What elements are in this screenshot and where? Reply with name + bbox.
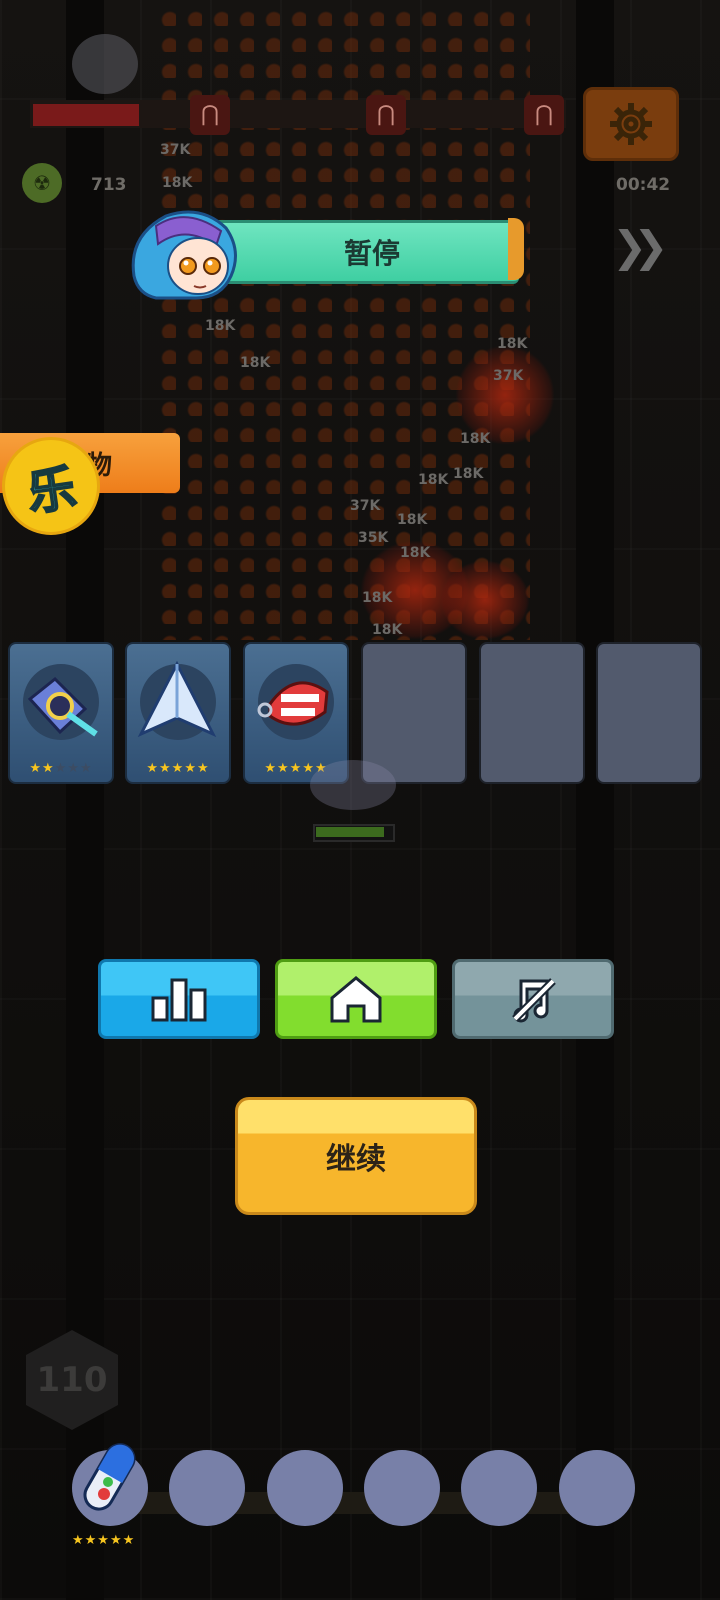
slot-stars: ★★★★★	[72, 1533, 136, 1548]
home-icon	[330, 976, 382, 1023]
continue-button[interactable]: 继续	[235, 1097, 477, 1215]
energy-cannon-icon	[27, 676, 98, 737]
damage-number: 18K	[240, 355, 271, 371]
skull-icon: ☢	[22, 163, 62, 203]
level-number: 110	[36, 1360, 108, 1400]
damage-number: 18K	[460, 431, 491, 447]
passive-slot-empty	[364, 1450, 440, 1526]
boss-avatar	[72, 34, 138, 94]
passive-slot-empty	[461, 1450, 537, 1526]
magnet-icon: ⋂	[190, 95, 230, 135]
hero-avatar	[131, 210, 237, 300]
capsule-pill-icon	[83, 1443, 136, 1511]
damage-number: 18K	[205, 318, 236, 334]
stats-button[interactable]	[98, 959, 260, 1039]
gear-icon	[610, 103, 652, 145]
pause-title: 暂停	[343, 237, 400, 270]
card-stars: ★★★★★	[29, 761, 93, 776]
bar-chart-icon	[151, 978, 207, 1022]
player-health-fill	[316, 827, 384, 837]
magnet-icon: ⋂	[524, 95, 564, 135]
kill-count: 713	[91, 175, 127, 195]
damage-number: 18K	[400, 545, 431, 561]
chattering-teeth-icon	[257, 681, 329, 726]
side-badge-glyph: 乐	[23, 459, 80, 523]
damage-number: 35K	[358, 530, 389, 546]
passive-slot-empty	[169, 1450, 245, 1526]
skill-card-empty	[479, 642, 585, 784]
damage-number: 18K	[362, 590, 393, 606]
settings-button[interactable]	[583, 87, 679, 161]
pause-banner: 暂停	[212, 220, 519, 284]
side-badge: 乐	[2, 437, 100, 535]
damage-number: 18K	[162, 175, 193, 191]
damage-number: 18K	[497, 336, 528, 352]
passive-slot-capsule[interactable]	[72, 1443, 148, 1526]
game-timer: 00:42	[616, 175, 671, 195]
damage-number: 37K	[350, 498, 381, 514]
skill-card-energy-cannon[interactable]: ★★★★★	[8, 642, 114, 784]
jet-fighter-icon	[137, 660, 217, 738]
skill-card-empty	[596, 642, 702, 784]
fast-forward-icon[interactable]: ❯❯	[612, 222, 669, 271]
skill-card-empty	[361, 642, 467, 784]
player-character	[310, 760, 396, 810]
passive-slot-empty	[559, 1450, 635, 1526]
boss-health-fill	[33, 104, 139, 126]
passive-slot-empty	[267, 1450, 343, 1526]
damage-number: 18K	[418, 472, 449, 488]
card-stars: ★★★★★	[146, 761, 210, 776]
skill-card-jet-fighter[interactable]: ★★★★★	[125, 642, 231, 784]
sound-off-icon	[512, 978, 556, 1023]
magnet-icon: ⋂	[366, 95, 406, 135]
damage-number: 18K	[453, 466, 484, 482]
explosion	[440, 560, 530, 640]
damage-number: 18K	[397, 512, 428, 528]
explosion	[455, 345, 555, 445]
home-button[interactable]	[275, 959, 437, 1039]
right-wall	[576, 0, 614, 1600]
damage-number: 18K	[372, 622, 403, 638]
banner-edge	[508, 218, 524, 280]
damage-number: 37K	[493, 368, 524, 384]
continue-label: 继续	[326, 1142, 386, 1177]
mute-button[interactable]	[452, 959, 614, 1039]
damage-number: 37K	[160, 142, 191, 158]
